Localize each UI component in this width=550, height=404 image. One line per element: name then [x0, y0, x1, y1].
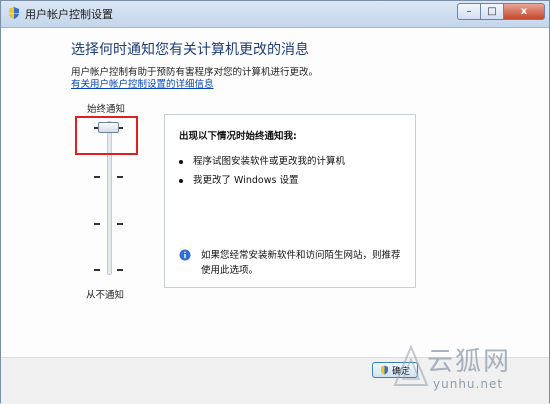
title-bar: 用户帐户控制设置 – □ x	[1, 1, 549, 28]
window-controls: – □ x	[457, 3, 545, 20]
tip-text: 如果您经常安装新软件和访问陌生网站，则推荐使用此选项。	[201, 250, 401, 276]
bullet-icon	[179, 178, 183, 183]
window-title: 用户帐户控制设置	[25, 8, 113, 21]
uac-settings-window: 用户帐户控制设置 – □ x 选择何时通知您有关计算机更改的消息 用户帐户控制有…	[0, 0, 550, 404]
slider-tick	[117, 223, 123, 225]
panel-title: 出现以下情况时始终通知我:	[179, 131, 297, 142]
page-title: 选择何时通知您有关计算机更改的消息	[71, 42, 309, 58]
level-description-panel: 出现以下情况时始终通知我: 程序试图安装软件或更改我的计算机 我更改了 Wind…	[164, 114, 416, 288]
list-item: 我更改了 Windows 设置	[179, 172, 298, 186]
list-item-text: 程序试图安装软件或更改我的计算机	[193, 156, 346, 167]
red-highlight-box	[75, 116, 138, 155]
slider-bottom-label: 从不通知	[86, 290, 125, 301]
list-item: 程序试图安装软件或更改我的计算机	[179, 153, 345, 167]
slider-tick	[94, 223, 100, 225]
slider-tick	[117, 176, 123, 178]
maximize-button[interactable]: □	[480, 3, 503, 20]
shield-icon	[9, 7, 19, 19]
watermark: 云狐网 yunhu.net	[385, 341, 545, 397]
list-item-text: 我更改了 Windows 设置	[193, 175, 299, 186]
slider-tick	[94, 269, 100, 271]
watermark-url: yunhu.net	[433, 377, 504, 391]
slider-tick	[94, 176, 100, 178]
slider-tick	[117, 269, 123, 271]
fox-logo-icon	[393, 345, 429, 386]
bullet-icon	[179, 159, 183, 164]
uac-details-link[interactable]: 有关用户帐户控制设置的详细信息	[71, 76, 214, 90]
info-icon	[179, 249, 191, 261]
minimize-button[interactable]: –	[457, 3, 480, 20]
watermark-brand: 云狐网	[427, 347, 512, 377]
slider-top-label: 始终通知	[87, 104, 126, 115]
close-button[interactable]: x	[503, 3, 545, 20]
